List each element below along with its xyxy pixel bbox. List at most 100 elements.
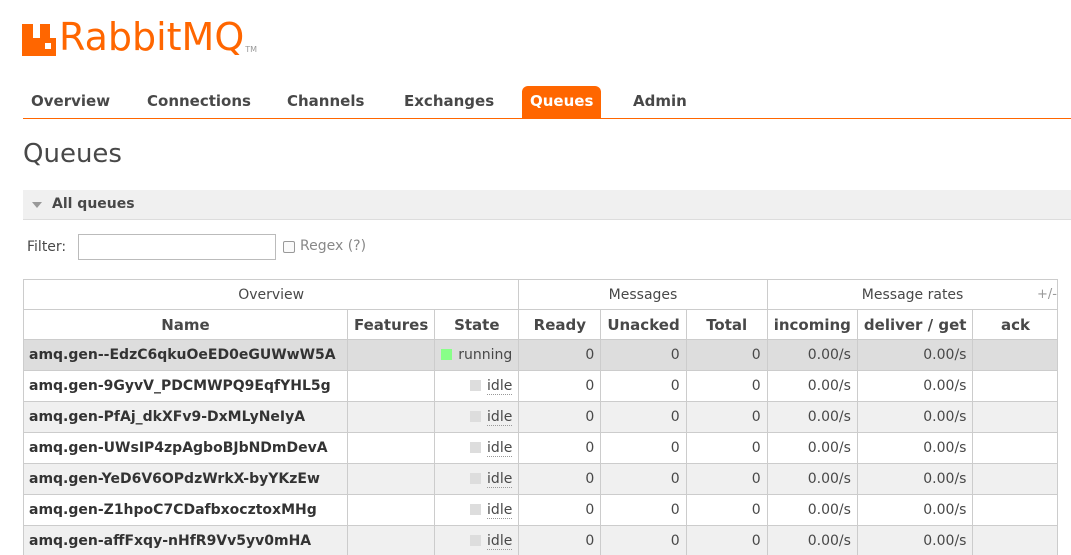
table-body: amq.gen--EdzC6qkuOeED0eGUWwW5A running 0 0 0… bbox=[23, 339, 1059, 555]
queue-state: idle bbox=[434, 463, 520, 495]
column-toggle-link[interactable]: +/- bbox=[1037, 287, 1057, 302]
state-label: idle bbox=[487, 378, 513, 395]
tab-channels[interactable]: Channels bbox=[279, 86, 372, 118]
col-ack[interactable]: ack bbox=[972, 309, 1059, 340]
tab-admin[interactable]: Admin bbox=[625, 86, 695, 118]
queue-name-link[interactable]: amq.gen-UWsIP4zpAgboBJbNDmDevA bbox=[23, 432, 348, 464]
regex-label[interactable]: Regex (?) bbox=[300, 238, 366, 254]
queue-rate-ack bbox=[972, 432, 1059, 464]
queue-features bbox=[346, 525, 436, 555]
table-row[interactable]: amq.gen-9GyvV_PDCMWPQ9EqfYHL5g idle 0 0 0 0.0… bbox=[23, 370, 1059, 402]
state-indicator-icon bbox=[470, 411, 482, 422]
queue-unacked: 0 bbox=[600, 525, 687, 555]
table-row[interactable]: amq.gen-Z1hpoC7CDafbxocztoxMHg idle 0 0 0 0.0… bbox=[23, 494, 1059, 526]
state-indicator-icon bbox=[470, 442, 482, 453]
queue-name-link[interactable]: amq.gen-PfAj_dkXFv9-DxMLyNeIyA bbox=[23, 401, 348, 433]
queue-rate-incoming: 0.00/s bbox=[766, 339, 858, 371]
queue-total: 0 bbox=[685, 401, 768, 433]
queue-unacked: 0 bbox=[600, 432, 687, 464]
queue-name-link[interactable]: amq.gen-Z1hpoC7CDafbxocztoxMHg bbox=[23, 494, 348, 526]
state-label: running bbox=[458, 347, 513, 363]
tab-exchanges[interactable]: Exchanges bbox=[396, 86, 502, 118]
state-indicator-icon bbox=[441, 349, 453, 360]
table-row[interactable]: amq.gen-UWsIP4zpAgboBJbNDmDevA idle 0 0 0 0.0… bbox=[23, 432, 1059, 464]
state-label: idle bbox=[487, 502, 513, 519]
queue-state: idle bbox=[434, 432, 520, 464]
tab-connections[interactable]: Connections bbox=[139, 86, 259, 118]
queue-features bbox=[346, 401, 436, 433]
queue-state: idle bbox=[434, 525, 520, 555]
rabbitmq-logo[interactable]: RabbitMQ TM bbox=[22, 18, 257, 56]
queue-ready: 0 bbox=[518, 339, 602, 371]
queue-unacked: 0 bbox=[600, 339, 687, 371]
queue-ready: 0 bbox=[518, 525, 602, 555]
queue-unacked: 0 bbox=[600, 401, 687, 433]
filter-row: Filter: Regex (?) bbox=[25, 233, 425, 261]
queue-features bbox=[346, 463, 436, 495]
regex-help-link[interactable]: (?) bbox=[348, 238, 366, 254]
queue-unacked: 0 bbox=[600, 370, 687, 402]
queue-rate-ack bbox=[972, 463, 1059, 495]
col-deliver-get[interactable]: deliver / get bbox=[856, 309, 974, 340]
queue-name-link[interactable]: amq.gen-9GyvV_PDCMWPQ9EqfYHL5g bbox=[23, 370, 348, 402]
trademark-label: TM bbox=[245, 45, 258, 54]
queue-rate-ack bbox=[972, 370, 1059, 402]
queue-rate-ack bbox=[972, 525, 1059, 555]
queue-rate-deliver-get: 0.00/s bbox=[856, 525, 974, 555]
table-group-header-row: Overview Messages Message rates bbox=[22, 279, 1059, 310]
tab-overview[interactable]: Overview bbox=[23, 86, 118, 118]
queue-rate-incoming: 0.00/s bbox=[766, 401, 858, 433]
queue-state: running bbox=[434, 339, 520, 371]
table-row[interactable]: amq.gen--EdzC6qkuOeED0eGUWwW5A running 0 0 0… bbox=[23, 339, 1059, 371]
queue-rate-ack bbox=[972, 401, 1059, 433]
group-message-rates: Message rates bbox=[766, 279, 1059, 310]
col-state[interactable]: State bbox=[434, 309, 520, 340]
rabbit-logo-icon bbox=[22, 24, 56, 56]
queue-rate-ack bbox=[972, 494, 1059, 526]
queue-features bbox=[346, 339, 436, 371]
col-ready[interactable]: Ready bbox=[518, 309, 602, 340]
queue-rate-incoming: 0.00/s bbox=[766, 494, 858, 526]
queue-rate-incoming: 0.00/s bbox=[766, 463, 858, 495]
queue-ready: 0 bbox=[518, 494, 602, 526]
tab-queues[interactable]: Queues bbox=[522, 86, 602, 118]
queue-unacked: 0 bbox=[600, 463, 687, 495]
queue-name-link[interactable]: amq.gen-YeD6V6OPdzWrkX-byYKzEw bbox=[23, 463, 348, 495]
state-label: idle bbox=[487, 440, 513, 457]
queue-rate-incoming: 0.00/s bbox=[766, 525, 858, 555]
queue-state: idle bbox=[434, 494, 520, 526]
queue-ready: 0 bbox=[518, 370, 602, 402]
col-name[interactable]: Name bbox=[23, 309, 348, 340]
queue-total: 0 bbox=[685, 432, 768, 464]
queue-rate-deliver-get: 0.00/s bbox=[856, 401, 974, 433]
queue-total: 0 bbox=[685, 463, 768, 495]
queue-rate-deliver-get: 0.00/s bbox=[856, 339, 974, 371]
table-row[interactable]: amq.gen-affFxqy-nHfR9Vv5yv0mHA idle 0 0 0 0.0… bbox=[23, 525, 1059, 555]
group-overview: Overview bbox=[22, 279, 520, 310]
queue-name-link[interactable]: amq.gen--EdzC6qkuOeED0eGUWwW5A bbox=[23, 339, 348, 371]
all-queues-section-header[interactable]: All queues bbox=[23, 190, 1071, 220]
state-label: idle bbox=[487, 471, 513, 488]
queue-total: 0 bbox=[685, 339, 768, 371]
regex-checkbox[interactable] bbox=[283, 241, 295, 253]
section-title[interactable]: All queues bbox=[52, 196, 135, 212]
queue-rate-deliver-get: 0.00/s bbox=[856, 463, 974, 495]
triangle-down-icon[interactable] bbox=[32, 202, 42, 208]
table-row[interactable]: amq.gen-PfAj_dkXFv9-DxMLyNeIyA idle 0 0 0 0.0… bbox=[23, 401, 1059, 433]
queue-total: 0 bbox=[685, 525, 768, 555]
queue-name-link[interactable]: amq.gen-affFxqy-nHfR9Vv5yv0mHA bbox=[23, 525, 348, 555]
col-incoming[interactable]: incoming bbox=[766, 309, 858, 340]
queue-rate-incoming: 0.00/s bbox=[766, 432, 858, 464]
filter-input[interactable] bbox=[78, 234, 276, 260]
col-features: Features bbox=[346, 309, 436, 340]
table-row[interactable]: amq.gen-YeD6V6OPdzWrkX-byYKzEw idle 0 0 0 0.0… bbox=[23, 463, 1059, 495]
filter-label: Filter: bbox=[27, 239, 67, 255]
logo-wordmark: RabbitMQ bbox=[59, 15, 245, 59]
queue-features bbox=[346, 432, 436, 464]
col-total[interactable]: Total bbox=[685, 309, 768, 340]
queue-features bbox=[346, 494, 436, 526]
table-column-header-row: Name Features State Ready Unacked Total … bbox=[23, 309, 1059, 340]
queue-rate-deliver-get: 0.00/s bbox=[856, 432, 974, 464]
col-unacked[interactable]: Unacked bbox=[600, 309, 687, 340]
queue-unacked: 0 bbox=[600, 494, 687, 526]
